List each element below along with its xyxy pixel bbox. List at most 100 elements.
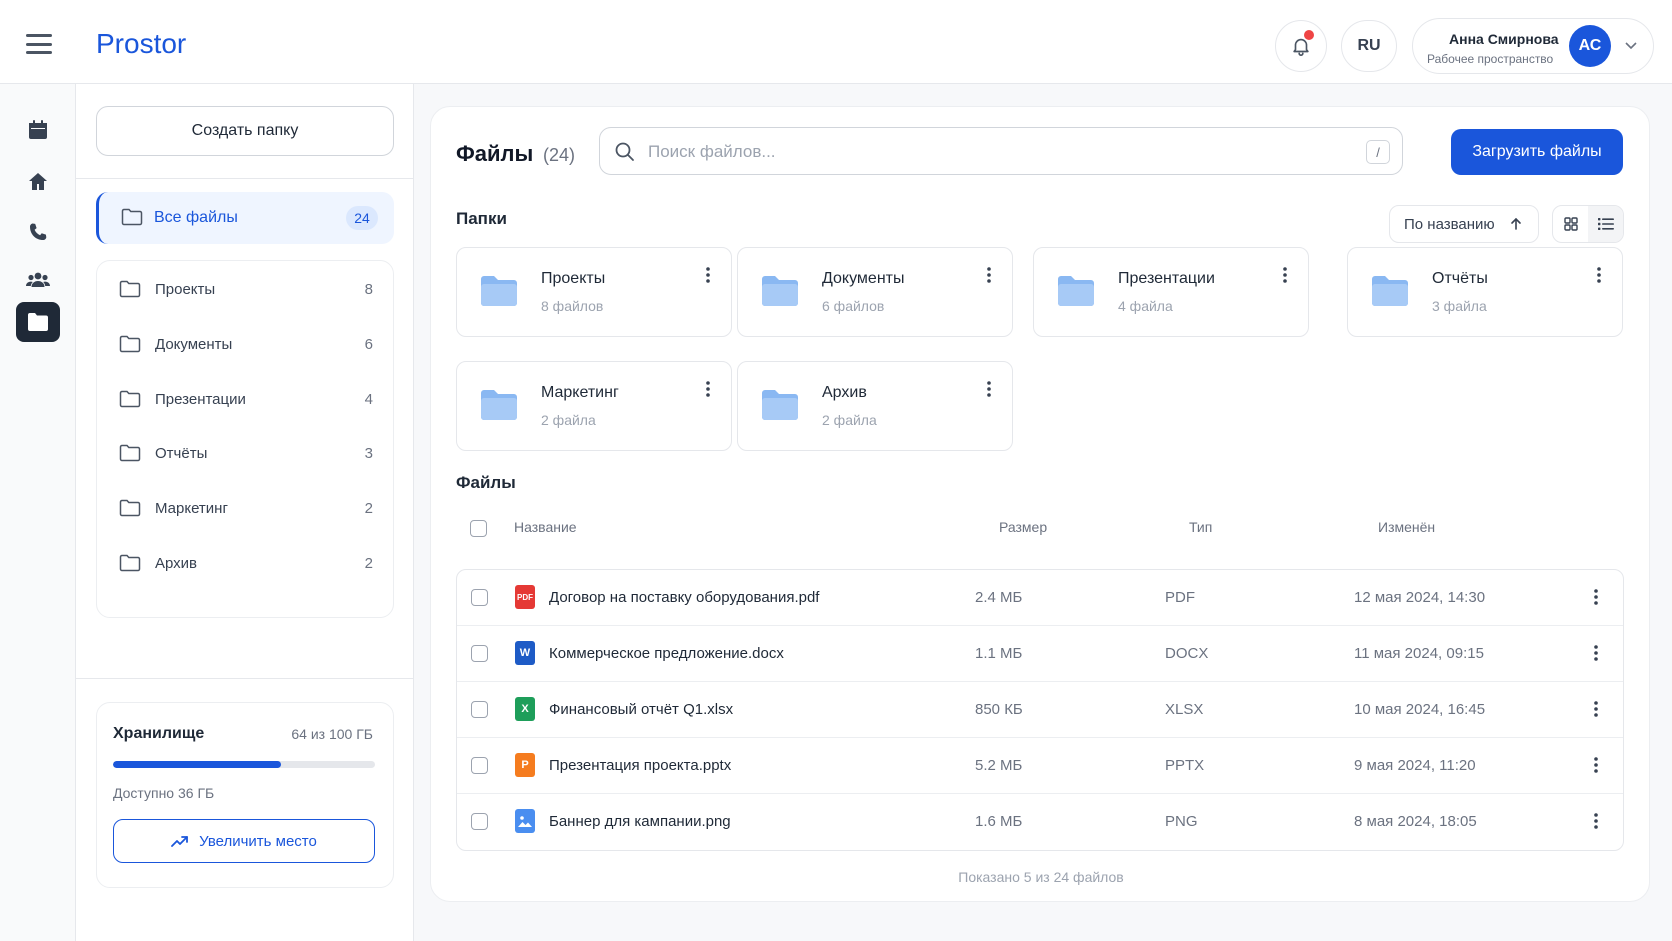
notification-dot — [1304, 30, 1314, 40]
files-table: PDF Договор на поставку оборудования.pdf… — [456, 569, 1624, 851]
folder-name: Презентации — [1118, 270, 1215, 287]
list-view-button[interactable] — [1588, 206, 1623, 242]
sort-label: По названию — [1404, 215, 1495, 233]
file-size: 1.1 МБ — [975, 645, 1023, 662]
icon-rail — [0, 84, 76, 941]
rail-calls[interactable] — [16, 212, 60, 252]
sort-dropdown[interactable]: По названию — [1389, 205, 1539, 243]
sidebar-item-label: Маркетинг — [155, 500, 228, 517]
folder-card-reports[interactable]: Отчёты 3 файла — [1347, 247, 1623, 337]
column-header-modified[interactable]: Изменён — [1378, 519, 1435, 535]
grid-icon — [1563, 217, 1578, 231]
rail-team[interactable] — [16, 260, 60, 300]
search-shortcut: / — [1366, 140, 1390, 164]
file-modified: 12 мая 2024, 14:30 — [1354, 589, 1486, 606]
column-header-name[interactable]: Название — [514, 519, 577, 535]
user-menu[interactable]: Анна Смирнова Рабочее пространство АС — [1412, 18, 1654, 74]
rail-calendar[interactable] — [16, 110, 60, 150]
more-vertical-icon[interactable] — [1593, 700, 1599, 718]
notifications-button[interactable] — [1275, 20, 1327, 72]
table-row[interactable]: W Коммерческое предложение.docx 1.1 МБ D… — [457, 626, 1623, 682]
grid-view-button[interactable] — [1553, 206, 1588, 242]
sidebar-item-presentations[interactable]: Презентации 4 — [97, 385, 395, 415]
sidebar-item-marketing[interactable]: Маркетинг 2 — [97, 494, 395, 524]
divider — [76, 178, 414, 179]
storage-title: Хранилище — [113, 725, 205, 742]
table-row[interactable]: P Презентация проекта.pptx 5.2 МБ PPTX 9… — [457, 738, 1623, 794]
more-vertical-icon[interactable] — [986, 266, 992, 284]
table-row[interactable]: Баннер для кампании.png 1.6 МБ PNG 8 мая… — [457, 794, 1623, 850]
sidebar-item-all-files[interactable]: Все файлы 24 — [96, 192, 394, 244]
files-panel: Файлы (24) Поиск файлов... / Загрузить ф… — [430, 106, 1650, 902]
more-vertical-icon[interactable] — [1282, 266, 1288, 284]
folder-card-projects[interactable]: Проекты 8 файлов — [456, 247, 732, 337]
folder-card-marketing[interactable]: Маркетинг 2 файла — [456, 361, 732, 451]
powerpoint-file-icon: P — [515, 753, 535, 777]
folder-icon — [762, 390, 798, 420]
upload-files-button[interactable]: Загрузить файлы — [1451, 129, 1623, 175]
folder-name: Отчёты — [1432, 270, 1488, 287]
column-header-type[interactable]: Тип — [1189, 519, 1212, 535]
file-modified: 8 мая 2024, 18:05 — [1354, 813, 1477, 830]
row-checkbox[interactable] — [471, 645, 488, 662]
language-button[interactable]: RU — [1341, 20, 1397, 72]
folder-file-count: 2 файла — [541, 412, 596, 428]
excel-file-icon: X — [515, 697, 535, 721]
more-vertical-icon[interactable] — [1593, 588, 1599, 606]
folder-file-count: 6 файлов — [822, 298, 885, 314]
folder-file-count: 4 файла — [1118, 298, 1173, 314]
folder-card-presentations[interactable]: Презентации 4 файла — [1033, 247, 1309, 337]
trending-up-icon — [171, 836, 189, 847]
menu-icon[interactable] — [26, 34, 52, 54]
table-row[interactable]: X Финансовый отчёт Q1.xlsx 850 КБ XLSX 1… — [457, 682, 1623, 738]
files-section-title: Файлы — [456, 473, 516, 492]
sidebar-item-archive[interactable]: Архив 2 — [97, 549, 395, 579]
file-type: DOCX — [1165, 645, 1209, 662]
file-type: XLSX — [1165, 701, 1204, 718]
more-vertical-icon[interactable] — [1593, 644, 1599, 662]
file-type: PPTX — [1165, 757, 1205, 774]
sidebar-item-count: 2 — [364, 500, 373, 517]
sidebar-item-count: 8 — [364, 281, 373, 298]
row-checkbox[interactable] — [471, 757, 488, 774]
more-vertical-icon[interactable] — [1593, 756, 1599, 774]
folders-sidebar: Создать папку Все файлы 24 Проекты 8 Док… — [76, 84, 414, 941]
table-row[interactable]: PDF Договор на поставку оборудования.pdf… — [457, 570, 1623, 626]
sidebar-item-reports[interactable]: Отчёты 3 — [97, 439, 395, 469]
sidebar-item-documents[interactable]: Документы 6 — [97, 330, 395, 360]
storage-card: Хранилище 64 из 100 ГБ Доступно 36 ГБ Ув… — [96, 702, 394, 888]
more-vertical-icon[interactable] — [705, 266, 711, 284]
folder-card-documents[interactable]: Документы 6 файлов — [737, 247, 1013, 337]
folder-name: Документы — [822, 270, 905, 287]
rail-files[interactable] — [16, 302, 60, 342]
file-modified: 10 мая 2024, 16:45 — [1354, 701, 1486, 718]
folder-outline-icon — [119, 444, 141, 462]
sidebar-item-count: 3 — [364, 445, 373, 462]
column-header-size[interactable]: Размер — [999, 519, 1047, 535]
rail-home[interactable] — [16, 162, 60, 202]
more-vertical-icon[interactable] — [1596, 266, 1602, 284]
more-vertical-icon[interactable] — [705, 380, 711, 398]
list-icon — [1597, 218, 1614, 230]
brand-logo[interactable]: Prostor — [96, 28, 186, 60]
calendar-icon — [29, 120, 47, 139]
page-title: Файлы — [456, 141, 534, 166]
storage-progress-bar — [113, 761, 375, 768]
more-vertical-icon[interactable] — [986, 380, 992, 398]
sidebar-item-label: Все файлы — [154, 209, 238, 226]
folder-card-archive[interactable]: Архив 2 файла — [737, 361, 1013, 451]
search-input[interactable]: Поиск файлов... / — [599, 127, 1403, 175]
row-checkbox[interactable] — [471, 813, 488, 830]
top-bar: Prostor RU Анна Смирнова Рабочее простра… — [0, 0, 1672, 84]
file-size: 2.4 МБ — [975, 589, 1023, 606]
create-folder-button[interactable]: Создать папку — [96, 106, 394, 156]
sidebar-item-projects[interactable]: Проекты 8 — [97, 275, 395, 305]
folder-outline-icon — [121, 208, 143, 226]
row-checkbox[interactable] — [471, 589, 488, 606]
row-checkbox[interactable] — [471, 701, 488, 718]
increase-storage-button[interactable]: Увеличить место — [113, 819, 375, 863]
chevron-down-icon — [1625, 42, 1637, 50]
phone-icon — [30, 223, 47, 240]
more-vertical-icon[interactable] — [1593, 812, 1599, 830]
select-all-checkbox[interactable] — [470, 520, 487, 537]
